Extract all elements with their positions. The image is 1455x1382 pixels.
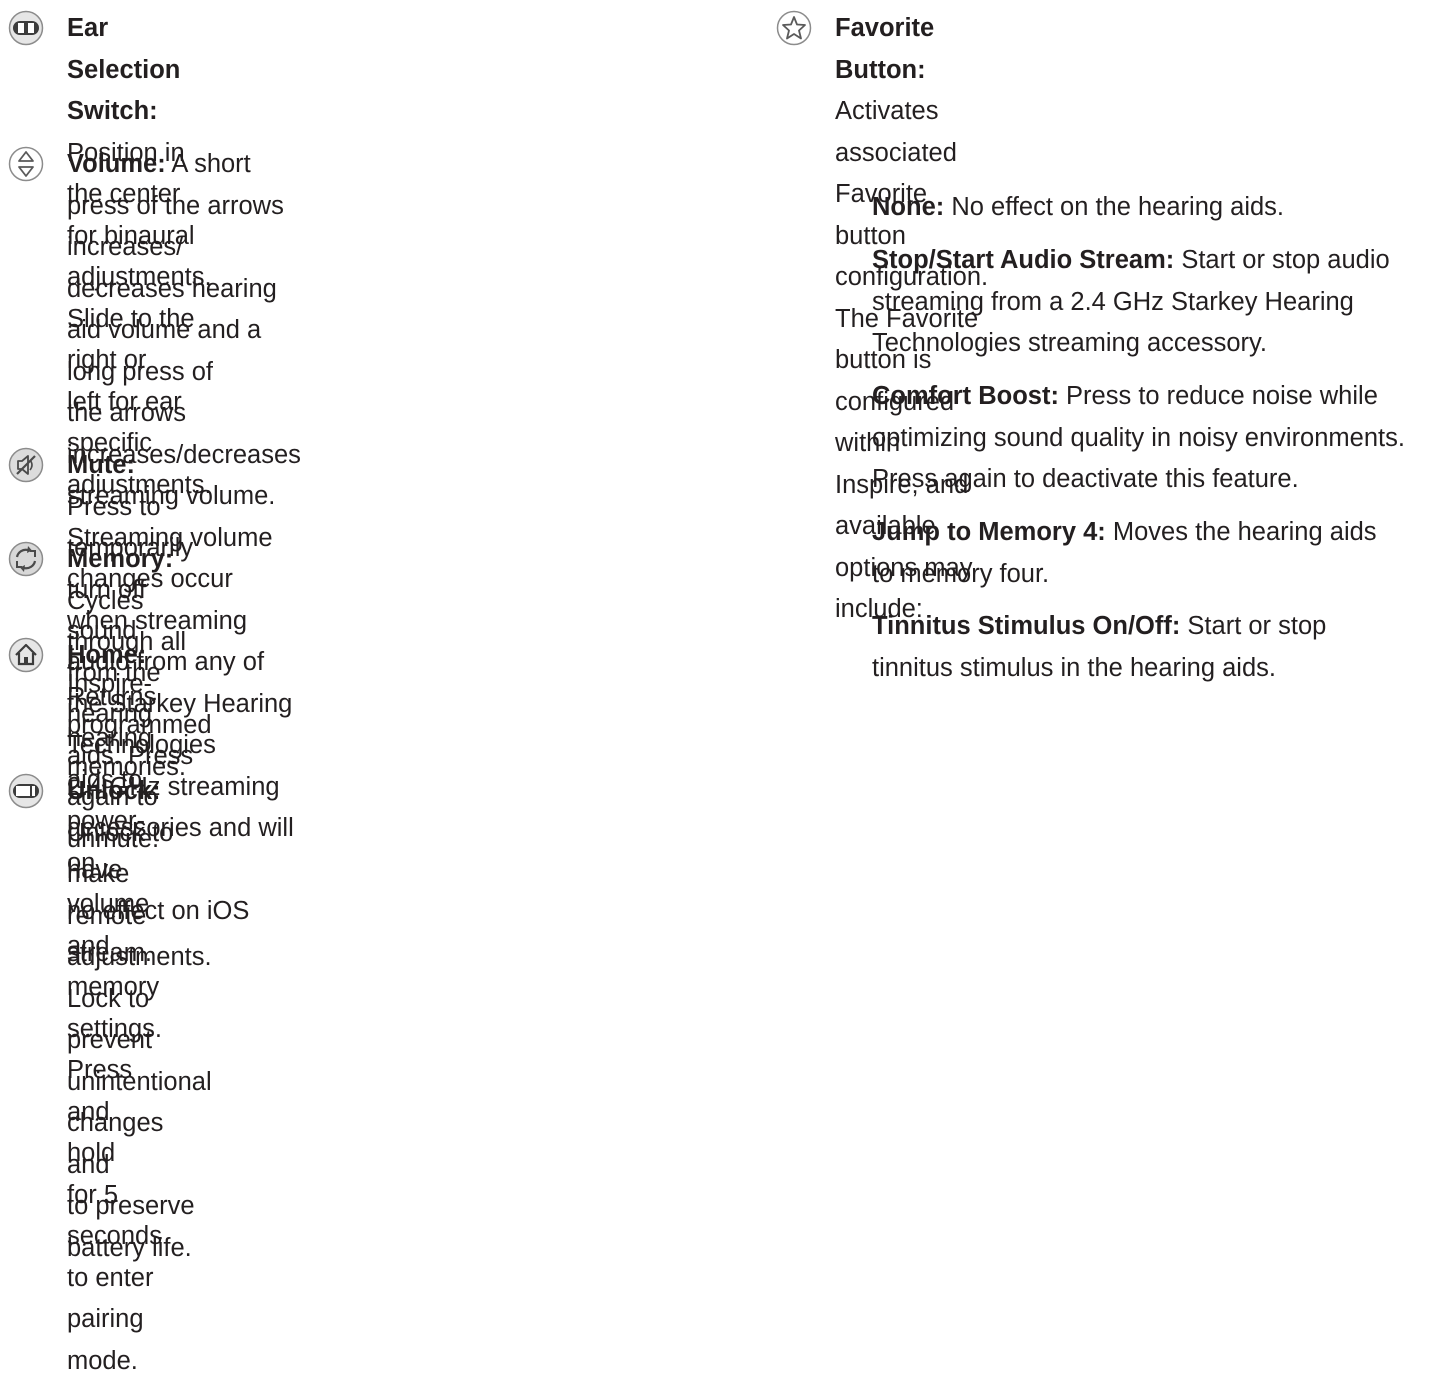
- option-tinnitus-stimulus: Tinnitus Stimulus On/Off: Start or stop …: [872, 606, 1326, 689]
- option-body: No effect on the hearing aids.: [944, 193, 1285, 221]
- ear-selection-switch-icon: [8, 10, 44, 46]
- option-title: None:: [872, 193, 945, 221]
- home-icon: [8, 637, 44, 673]
- option-title: Jump to Memory 4:: [872, 518, 1106, 546]
- option-none: None: No effect on the hearing aids.: [872, 187, 1284, 229]
- option-title: Tinnitus Stimulus On/Off:: [872, 612, 1181, 640]
- item-title: Unlock:: [67, 777, 161, 805]
- item-title: Mute:: [67, 451, 135, 479]
- memory-cycle-icon: [8, 541, 44, 577]
- unlock-text: Unlock: Unlock to make remote adjustment…: [67, 771, 212, 1269]
- option-title: Stop/Start Audio Stream:: [872, 246, 1175, 274]
- item-title: Ear Selection Switch:: [67, 14, 181, 125]
- item-title: Volume:: [67, 150, 166, 178]
- unlock-switch-icon: [8, 773, 44, 809]
- item-title: Favorite Button:: [835, 14, 935, 84]
- volume-arrows-icon: [8, 146, 44, 182]
- item-title: Home:: [67, 641, 147, 669]
- option-title: Comfort Boost:: [872, 382, 1059, 410]
- item-body: Unlock to make remote adjustments. Lock …: [67, 818, 212, 1262]
- star-icon: [776, 10, 812, 46]
- mute-speaker-icon: [8, 447, 44, 483]
- option-stop-start-audio-stream: Stop/Start Audio Stream: Start or stop a…: [872, 240, 1390, 365]
- option-comfort-boost: Comfort Boost: Press to reduce noise whi…: [872, 376, 1405, 501]
- item-title: Memory:: [67, 545, 174, 573]
- option-jump-to-memory-4: Jump to Memory 4: Moves the hearing aids…: [872, 512, 1377, 595]
